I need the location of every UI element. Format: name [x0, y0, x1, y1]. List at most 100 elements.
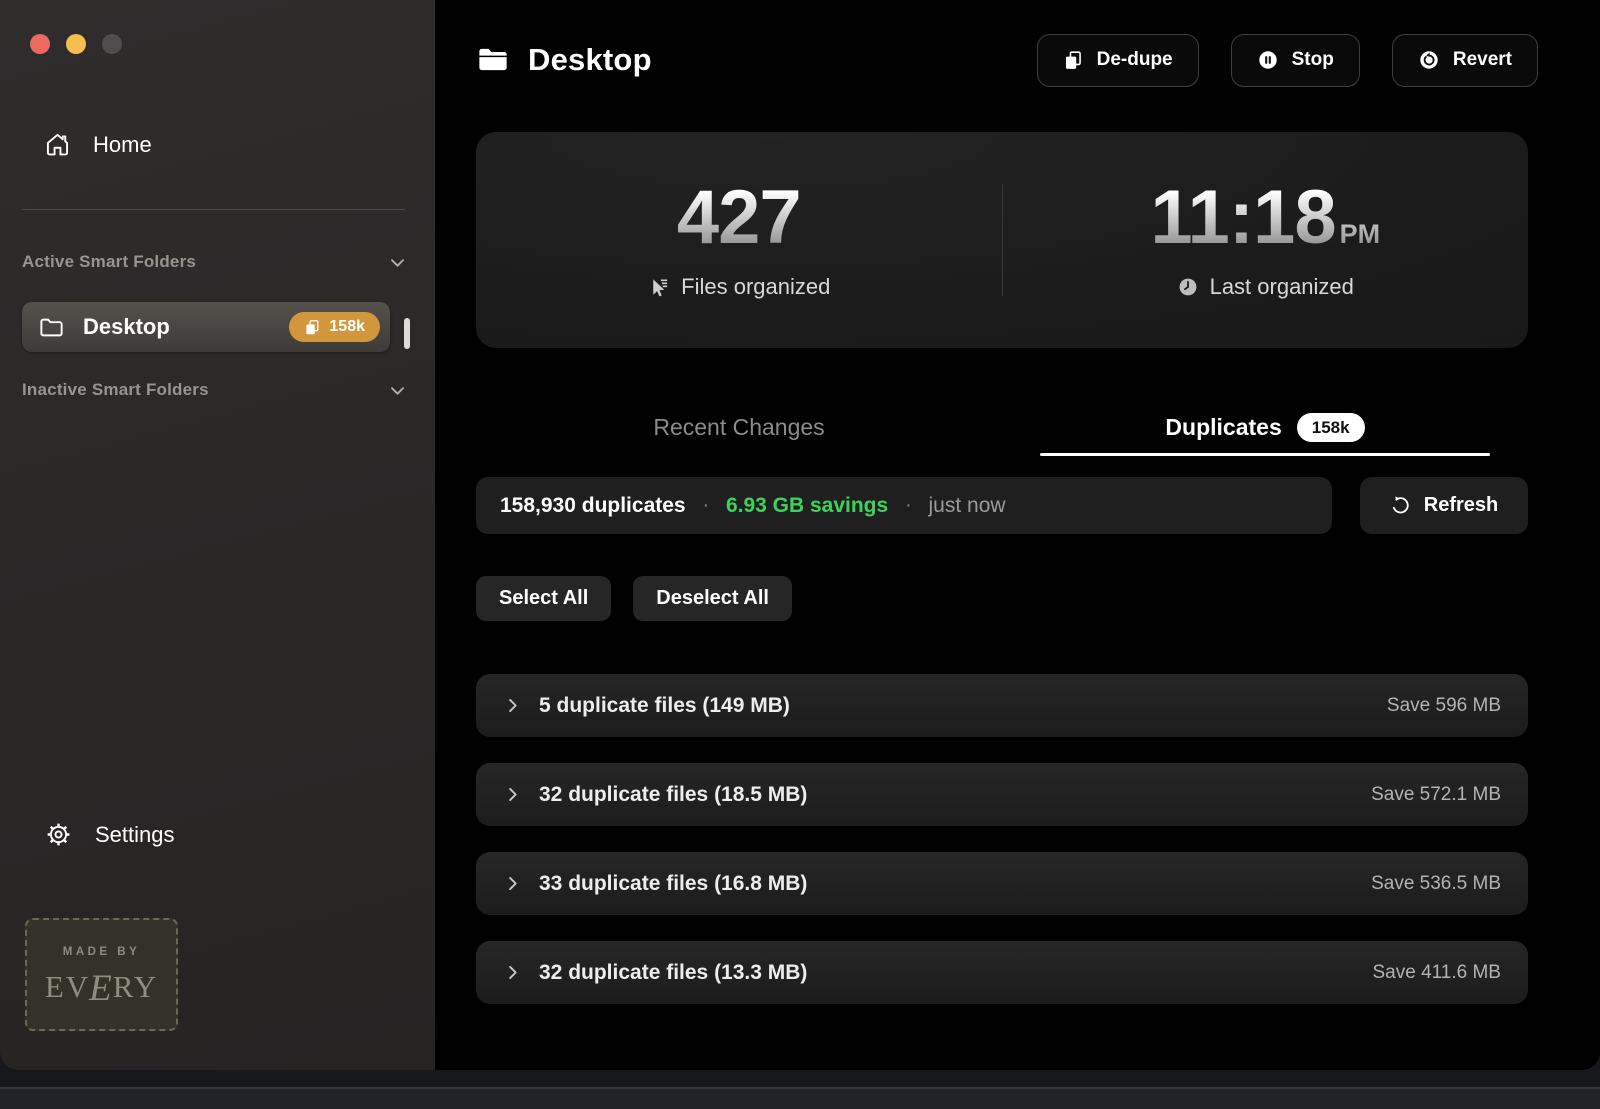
made-by-every-stamp: MADE BY EVERY: [25, 918, 178, 1031]
savings-amount: 6.93 GB savings: [726, 494, 888, 518]
last-updated-text: just now: [929, 494, 1006, 518]
cursor-icon: [647, 276, 670, 299]
last-organized-meridiem: PM: [1340, 221, 1381, 248]
chevron-down-icon: [388, 381, 407, 400]
tab-label: Recent Changes: [653, 414, 824, 441]
group-label: 5 duplicate files (149 MB): [539, 694, 790, 718]
section-active-smart-folders[interactable]: Active Smart Folders: [22, 252, 407, 272]
duplicate-group-row[interactable]: 33 duplicate files (16.8 MB) Save 536.5 …: [476, 852, 1528, 915]
duplicate-files-icon: [1063, 50, 1084, 71]
stamp-made-by-text: MADE BY: [63, 946, 141, 958]
page-title: Desktop: [528, 42, 652, 78]
group-save-amount: Save 572.1 MB: [1371, 784, 1501, 806]
deselect-all-button[interactable]: Deselect All: [633, 576, 792, 621]
refresh-icon: [1390, 495, 1411, 516]
revert-button-label: Revert: [1453, 49, 1512, 71]
close-window-button[interactable]: [30, 34, 50, 54]
stop-button[interactable]: Stop: [1231, 34, 1360, 87]
dot-separator: ·: [703, 495, 709, 517]
chevron-right-icon: [503, 963, 522, 982]
duplicate-groups-list: 5 duplicate files (149 MB) Save 596 MB 3…: [476, 674, 1528, 1004]
main-content: Desktop De-dupe: [435, 0, 1600, 1070]
last-organized-time: 11:18: [1150, 180, 1335, 256]
revert-circle-icon: [1418, 49, 1440, 71]
group-label: 33 duplicate files (16.8 MB): [539, 872, 807, 896]
minimize-window-button[interactable]: [66, 34, 86, 54]
group-save-amount: Save 411.6 MB: [1372, 962, 1501, 984]
last-organized-label-row: Last organized: [1177, 274, 1354, 300]
stamp-brand-pre: EV: [45, 969, 90, 1004]
stop-button-label: Stop: [1292, 49, 1334, 71]
sidebar-item-settings[interactable]: Settings: [44, 820, 175, 849]
duplicate-group-row[interactable]: 32 duplicate files (18.5 MB) Save 572.1 …: [476, 763, 1528, 826]
duplicates-summary-bar: 158,930 duplicates · 6.93 GB savings · j…: [476, 477, 1332, 534]
files-organized-value: 427: [677, 180, 801, 256]
chevron-right-icon: [503, 874, 522, 893]
last-organized-label: Last organized: [1210, 274, 1354, 300]
select-all-button[interactable]: Select All: [476, 576, 611, 621]
dot-separator: ·: [905, 495, 911, 517]
chevron-right-icon: [503, 696, 522, 715]
pause-circle-icon: [1257, 49, 1279, 71]
summary-row: 158,930 duplicates · 6.93 GB savings · j…: [476, 477, 1528, 534]
bulk-actions: Select All Deselect All: [476, 576, 792, 621]
deselect-all-label: Deselect All: [656, 587, 769, 610]
duplicate-files-icon: [304, 319, 321, 336]
folder-icon: [476, 45, 510, 75]
sidebar-scrollbar[interactable]: [404, 318, 410, 349]
chevron-down-icon: [388, 253, 407, 272]
duplicates-count: 158,930 duplicates: [500, 494, 686, 518]
duplicates-tab-badge: 158k: [1297, 413, 1365, 442]
tab-label: Duplicates: [1165, 414, 1281, 441]
dedupe-button[interactable]: De-dupe: [1037, 34, 1199, 87]
zoom-window-button[interactable]: [102, 34, 122, 54]
files-organized-label-row: Files organized: [647, 274, 830, 300]
folder-icon: [38, 314, 65, 341]
section-label: Inactive Smart Folders: [22, 380, 209, 400]
home-label: Home: [93, 132, 152, 158]
tab-bar: Recent Changes Duplicates 158k: [476, 398, 1528, 456]
files-organized-label: Files organized: [681, 274, 830, 300]
refresh-button[interactable]: Refresh: [1360, 477, 1528, 534]
clock-icon: [1177, 276, 1199, 298]
group-label: 32 duplicate files (18.5 MB): [539, 783, 807, 807]
duplicate-count-badge: 158k: [289, 312, 380, 342]
stamp-brand-text: EVERY: [45, 967, 158, 1004]
tab-duplicates[interactable]: Duplicates 158k: [1002, 398, 1528, 456]
background-window: [0, 1089, 1600, 1109]
last-organized-stat: 11:18PM Last organized: [1003, 132, 1529, 348]
tab-recent-changes[interactable]: Recent Changes: [476, 398, 1002, 456]
home-icon: [44, 131, 71, 158]
revert-button[interactable]: Revert: [1392, 34, 1538, 87]
select-all-label: Select All: [499, 587, 588, 610]
page-title-group: Desktop: [476, 42, 652, 78]
stamp-brand-post: RY: [113, 969, 158, 1004]
folder-label: Desktop: [83, 314, 170, 340]
refresh-button-label: Refresh: [1424, 494, 1498, 517]
window-controls: [30, 34, 122, 54]
duplicate-group-row[interactable]: 5 duplicate files (149 MB) Save 596 MB: [476, 674, 1528, 737]
settings-label: Settings: [95, 822, 175, 848]
sidebar-divider: [22, 209, 405, 210]
duplicate-group-row[interactable]: 32 duplicate files (13.3 MB) Save 411.6 …: [476, 941, 1528, 1004]
group-label: 32 duplicate files (13.3 MB): [539, 961, 807, 985]
app-window: Home Active Smart Folders Desktop: [0, 0, 1600, 1070]
gear-icon: [44, 820, 73, 849]
last-organized-value: 11:18PM: [1150, 180, 1380, 256]
section-inactive-smart-folders[interactable]: Inactive Smart Folders: [22, 380, 407, 400]
sidebar: Home Active Smart Folders Desktop: [0, 0, 435, 1070]
group-save-amount: Save 536.5 MB: [1371, 873, 1501, 895]
main-header: Desktop De-dupe: [476, 32, 1538, 88]
chevron-right-icon: [503, 785, 522, 804]
sidebar-item-desktop[interactable]: Desktop 158k: [22, 302, 390, 352]
badge-count: 158k: [329, 318, 365, 336]
sidebar-item-home[interactable]: Home: [44, 131, 152, 158]
header-actions: De-dupe Stop: [1037, 34, 1538, 87]
group-save-amount: Save 596 MB: [1387, 695, 1501, 717]
stats-card: 427 Files organized 11:18PM: [476, 132, 1528, 348]
active-tab-underline: [1040, 453, 1490, 456]
section-label: Active Smart Folders: [22, 252, 196, 272]
stamp-brand-script-e: E: [89, 968, 114, 1009]
dedupe-button-label: De-dupe: [1097, 49, 1173, 71]
files-organized-stat: 427 Files organized: [476, 132, 1002, 348]
